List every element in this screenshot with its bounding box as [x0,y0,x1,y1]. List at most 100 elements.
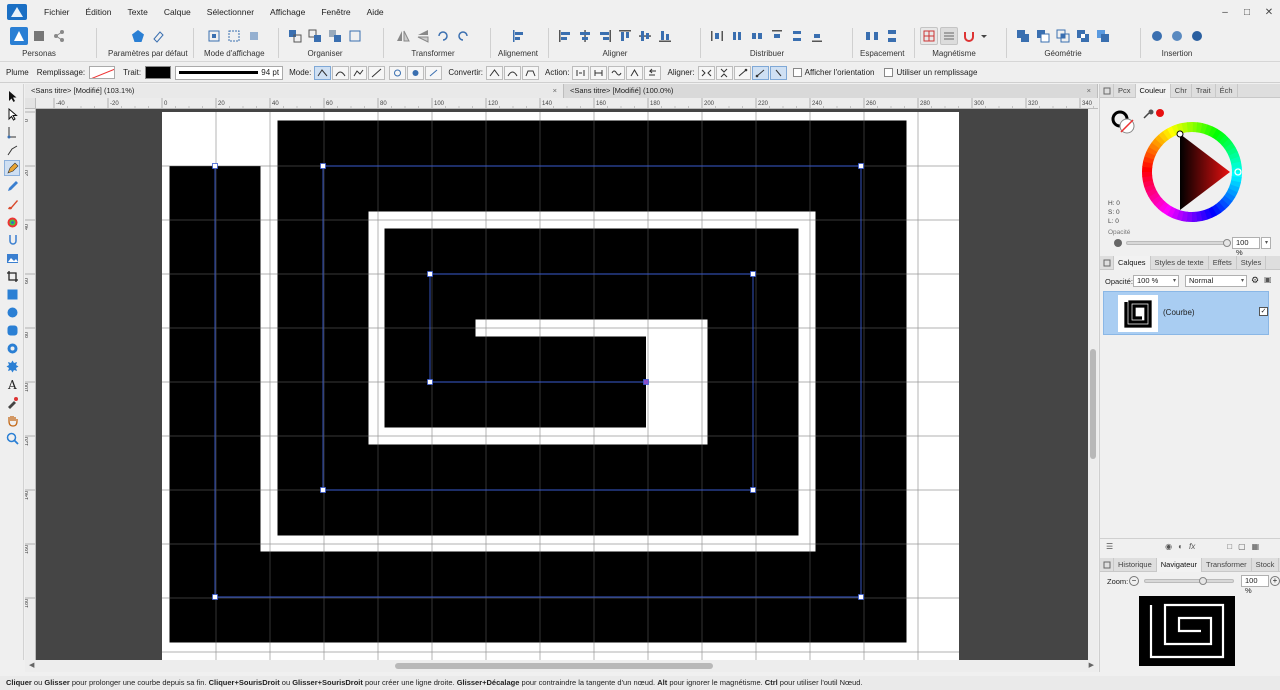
tab-ech[interactable]: Éch [1216,83,1238,98]
layer-visibility-checkbox[interactable]: ✓ [1259,307,1268,316]
space-horizontal-icon[interactable] [863,27,881,45]
opacity-field[interactable]: 100 % [1232,237,1260,257]
fill-tool-icon[interactable] [4,214,20,230]
align-nodes-tangent-icon[interactable] [769,65,787,80]
tab-couleur[interactable]: Couleur [1135,83,1171,98]
hand-tool-icon[interactable] [4,412,20,428]
panel-pin-icon[interactable] [1100,83,1114,98]
magnet-icon[interactable] [960,27,978,45]
tab-text-styles[interactable]: Styles de texte [1151,255,1209,270]
tab-historique[interactable]: Historique [1114,557,1157,572]
insert-inside-icon[interactable] [1148,27,1166,45]
alignment-icon[interactable] [509,27,527,45]
path-node[interactable] [320,487,326,493]
geometry-divide-icon[interactable] [1094,27,1112,45]
menu-texte[interactable]: Texte [120,0,156,24]
align-nodes-snap-icon[interactable] [751,65,769,80]
distribute-left-icon[interactable] [708,27,726,45]
navigator-preview[interactable] [1139,596,1235,666]
snapping-grid-icon[interactable] [920,27,938,45]
zoom-slider-knob[interactable] [1198,577,1207,585]
transparency-tool-icon[interactable] [4,232,20,248]
snap-curve-icon[interactable] [407,65,425,80]
distribute-bottom-icon[interactable] [808,27,826,45]
insert-top-icon[interactable] [1188,27,1206,45]
zoom-slider[interactable] [1144,579,1234,583]
vertical-ruler[interactable]: 0 20 40 60 80 100 120 140 160 180 [25,109,36,660]
path-node[interactable] [427,271,433,277]
geometry-subtract-icon[interactable] [1034,27,1052,45]
zoom-tool-icon[interactable] [4,430,20,446]
tab-navigateur[interactable]: Navigateur [1156,557,1203,572]
mode-pen-icon[interactable] [314,65,332,80]
align-nodes-free-icon[interactable] [733,65,751,80]
snap-node-icon[interactable] [389,65,407,80]
close-icon[interactable]: × [1087,84,1091,98]
mode-polygon-icon[interactable] [350,65,368,80]
add-layer-icon[interactable]: □ [1227,542,1232,551]
tab-stock[interactable]: Stock [1252,557,1280,572]
path-end-node[interactable] [643,379,649,385]
fx-icon[interactable]: fx [1189,542,1195,551]
scroll-right-icon[interactable]: ▶ [1089,661,1094,669]
zoom-in-icon[interactable]: + [1270,576,1280,586]
menu-calque[interactable]: Calque [156,0,199,24]
layers-stack-icon[interactable]: ☰ [1106,542,1113,551]
insert-behind-icon[interactable] [1168,27,1186,45]
scroll-left-icon[interactable]: ◀ [29,661,34,669]
flip-horizontal-icon[interactable] [394,27,412,45]
arrange-back-icon[interactable] [286,27,304,45]
align-center-icon[interactable] [576,27,594,45]
menu-edition[interactable]: Édition [78,0,120,24]
corner-tool-icon[interactable] [4,124,20,140]
action-join-icon[interactable] [626,65,644,80]
horizontal-scrollbar-thumb[interactable] [395,663,713,669]
path-node[interactable] [320,163,326,169]
stroke-swatch[interactable] [145,66,172,79]
path-node[interactable] [427,379,433,385]
path-node[interactable] [750,487,756,493]
fill-stroke-swatch-icon[interactable] [1110,108,1138,136]
action-break-icon[interactable] [572,65,590,80]
arrange-backward-icon[interactable] [306,27,324,45]
convert-sharp-icon[interactable] [486,65,504,80]
maximize-icon[interactable]: □ [1236,0,1258,24]
layer-lock-icon[interactable]: ▣ [1264,275,1274,287]
menu-fichier[interactable]: Fichier [36,0,78,24]
geometry-xor-icon[interactable] [1074,27,1092,45]
menu-aide[interactable]: Aide [359,0,392,24]
path-node[interactable] [750,271,756,277]
spiral-curve[interactable] [169,120,907,643]
minimize-icon[interactable]: – [1214,0,1236,24]
convert-smooth-icon[interactable] [504,65,522,80]
align-left-icon[interactable] [556,27,574,45]
blend-mode-select[interactable]: Normal ▾ [1185,275,1247,287]
layer-opacity-field[interactable]: 100 % ▾ [1133,275,1179,287]
geometry-intersect-icon[interactable] [1054,27,1072,45]
show-orientation-checkbox[interactable] [792,68,802,77]
space-vertical-icon[interactable] [883,27,901,45]
designer-persona-icon[interactable] [10,27,28,45]
distribute-right-icon[interactable] [748,27,766,45]
crop-tool-icon[interactable] [4,268,20,284]
brush-tool-icon[interactable] [4,196,20,212]
adjustment-icon[interactable]: ◐ [1178,542,1183,551]
menu-fenetre[interactable]: Fenêtre [313,0,358,24]
eraser-icon[interactable] [149,27,167,45]
mask-icon[interactable]: ◉ [1165,542,1172,551]
vertical-scrollbar[interactable] [1088,109,1098,660]
tab-chr[interactable]: Chr [1171,83,1192,98]
point-transform-icon[interactable] [4,142,20,158]
snap-handle-icon[interactable] [425,65,443,80]
doc-tab-1[interactable]: <Sans titre> [Modifié] (103.1%) × [25,84,564,98]
layer-settings-icon[interactable]: ⚙ [1251,275,1261,287]
align-nodes-v-icon[interactable] [715,65,733,80]
align-top-icon[interactable] [616,27,634,45]
tab-trait[interactable]: Trait [1192,83,1216,98]
distribute-middle-icon[interactable] [788,27,806,45]
move-tool-icon[interactable] [4,88,20,104]
convert-smart-icon[interactable] [522,65,540,80]
pentagon-icon[interactable] [129,27,147,45]
rotate-left-icon[interactable] [434,27,452,45]
path-node[interactable] [212,163,218,169]
